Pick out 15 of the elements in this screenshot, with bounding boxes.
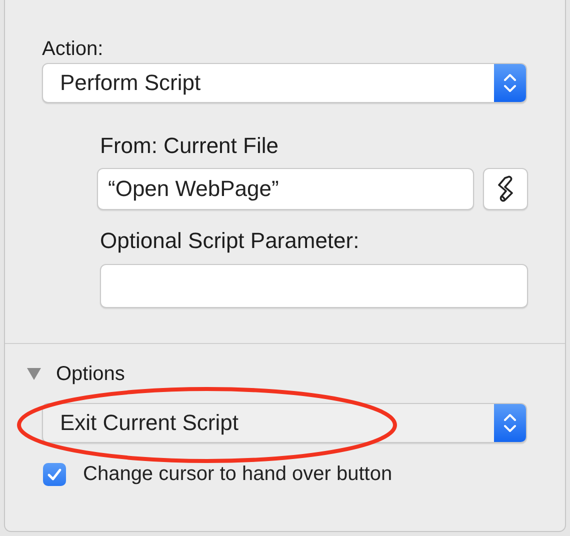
action-label: Action: (42, 38, 104, 60)
options-label: Options (56, 362, 125, 386)
parameter-field[interactable] (100, 264, 528, 308)
script-picker-button[interactable] (483, 168, 528, 210)
checkmark-icon (47, 468, 62, 481)
dropdown[interactable]: Perform Script (42, 63, 527, 103)
dropdown[interactable]: Exit Current Script (42, 403, 527, 443)
stepper-icon (503, 72, 517, 94)
script-name-field[interactable]: “Open WebPage” (97, 168, 474, 210)
checkbox[interactable] (43, 463, 66, 486)
checkbox-label: Change cursor to hand over button (83, 463, 392, 486)
source-label: From: Current File (100, 134, 280, 158)
stepper-icon (503, 412, 517, 434)
parameter-label: Optional Script Parameter: (100, 229, 360, 253)
disclosure-triangle-icon[interactable] (26, 367, 42, 381)
